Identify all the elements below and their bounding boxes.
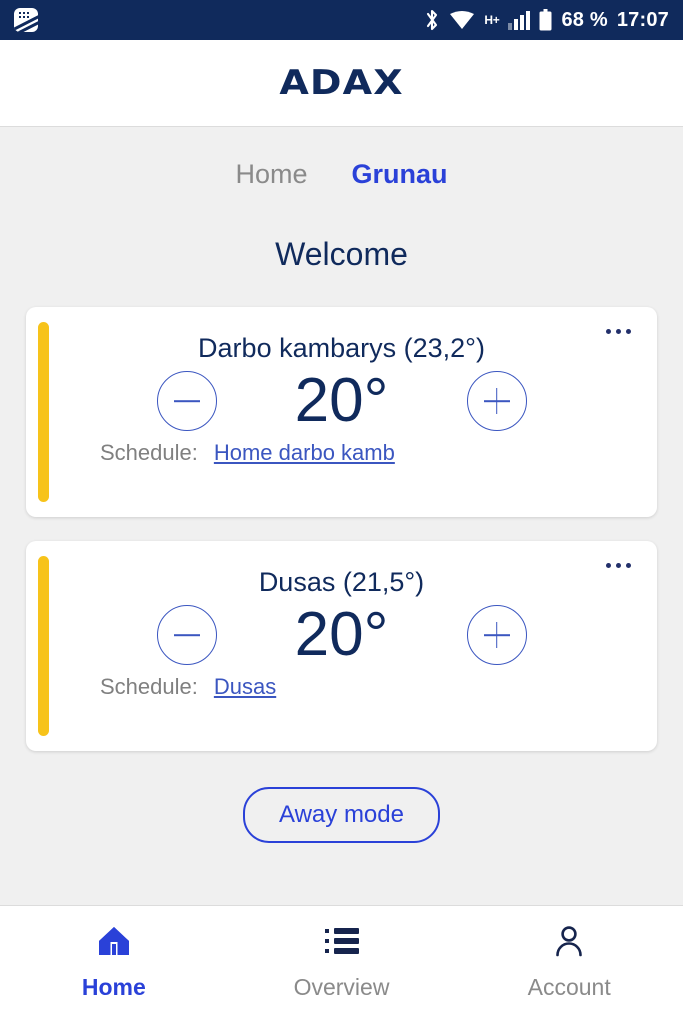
dot — [606, 563, 611, 568]
decrease-temperature-button[interactable] — [156, 605, 217, 665]
status-bar-left — [14, 8, 38, 32]
tab-home[interactable]: Home — [235, 159, 307, 190]
dot — [626, 563, 631, 568]
schedule-label: Schedule: — [100, 440, 198, 465]
battery-icon — [539, 9, 552, 31]
home-icon — [97, 924, 131, 958]
clock-label: 17:07 — [616, 8, 669, 31]
notification-dots — [18, 11, 29, 20]
nav-label-account: Account — [527, 974, 611, 1000]
temperature-controls: 20° — [48, 370, 635, 432]
schedule-link[interactable]: Dusas — [214, 674, 276, 700]
increase-temperature-button[interactable] — [466, 605, 527, 665]
room-title: Dusas (21,5°) — [258, 567, 425, 597]
battery-percent-label: 68 % — [561, 8, 608, 31]
adax-logo: ADAX — [279, 63, 404, 103]
setpoint-temperature: 20° — [294, 366, 389, 435]
app-header: ADAX — [0, 40, 683, 127]
room-card-list: Darbo kambarys (23,2°) 20° Schedule: Hom… — [0, 307, 683, 775]
wifi-icon — [449, 10, 475, 30]
main-content: Home Grunau Welcome Darbo kambarys (23,2… — [0, 127, 683, 905]
setpoint-temperature: 20° — [294, 600, 389, 669]
person-icon — [554, 924, 584, 958]
bluetooth-icon — [424, 8, 440, 32]
tab-grunau[interactable]: Grunau — [352, 159, 448, 190]
more-options-icon[interactable] — [600, 557, 637, 574]
status-bar-right: H+ 68 % 17:07 — [424, 8, 669, 32]
room-title: Darbo kambarys (23,2°) — [198, 333, 485, 363]
schedule-row: Schedule: Dusas — [48, 674, 635, 700]
schedule-row: Schedule: Home darbo kamb — [48, 440, 635, 466]
dot — [616, 563, 621, 568]
schedule-label: Schedule: — [100, 674, 198, 699]
room-status-accent-bar — [38, 556, 49, 736]
table-row[interactable]: Dusas (21,5°) 20° Schedule: Dusas — [26, 541, 657, 751]
table-row[interactable]: Darbo kambarys (23,2°) 20° Schedule: Hom… — [26, 307, 657, 517]
page-title: Welcome — [275, 236, 408, 272]
nav-label-home: Home — [81, 974, 146, 1000]
more-options-icon[interactable] — [600, 323, 637, 340]
bottom-navigation-bar: Home Overview Account — [0, 905, 683, 1024]
decrease-temperature-button[interactable] — [156, 371, 217, 431]
nav-item-overview[interactable]: Overview — [228, 924, 456, 1001]
schedule-link[interactable]: Home darbo kamb — [214, 440, 395, 466]
network-type-label: H+ — [484, 13, 500, 27]
temperature-controls: 20° — [48, 604, 635, 666]
dot — [606, 329, 611, 334]
increase-temperature-button[interactable] — [466, 371, 527, 431]
cellular-signal-icon — [508, 10, 531, 30]
dot — [626, 329, 631, 334]
home-selector-tabs: Home Grunau — [0, 127, 683, 190]
dot — [616, 329, 621, 334]
nav-label-overview: Overview — [293, 974, 390, 1000]
nav-item-home[interactable]: Home — [0, 924, 228, 1001]
room-status-accent-bar — [38, 322, 49, 502]
away-mode-container: Away mode — [0, 787, 683, 843]
app-notification-icon — [14, 8, 38, 32]
away-mode-button[interactable]: Away mode — [243, 787, 440, 843]
status-bar: H+ 68 % 17:07 — [0, 0, 683, 40]
nav-item-account[interactable]: Account — [455, 924, 683, 1001]
app-screen: H+ 68 % 17:07 ADAX Home Grunau Welcome D… — [0, 0, 683, 1024]
list-icon — [324, 924, 359, 958]
